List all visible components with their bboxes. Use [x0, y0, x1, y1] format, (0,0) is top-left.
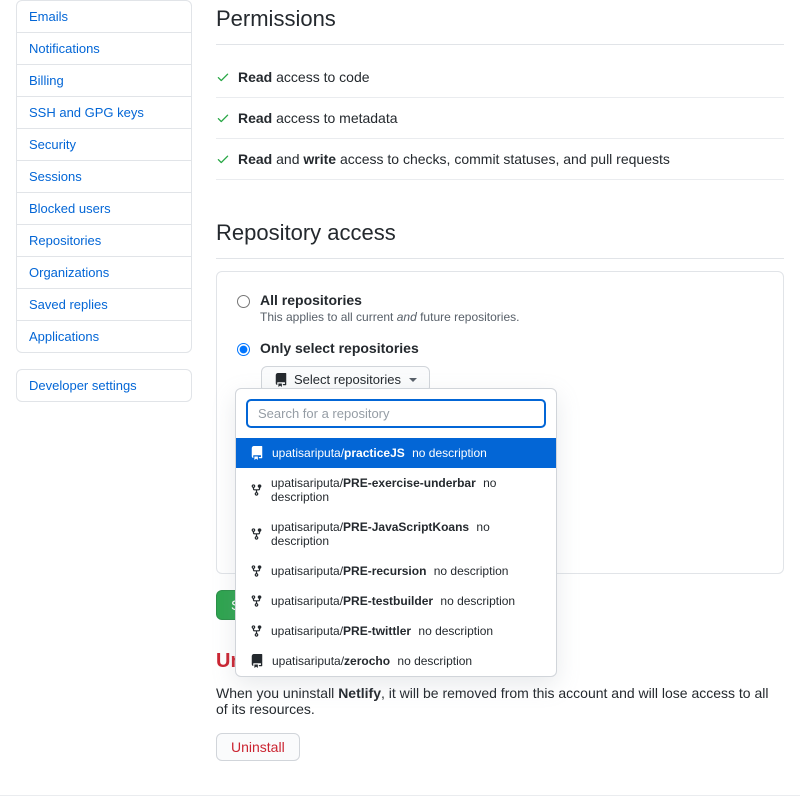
sidebar-item-applications[interactable]: Applications	[17, 321, 191, 352]
repository-access-panel: All repositories This applies to all cur…	[216, 271, 784, 574]
fork-icon	[250, 527, 263, 541]
sidebar-item-emails[interactable]: Emails	[17, 1, 191, 32]
repo-option[interactable]: upatisariputa/PRE-twittler no descriptio…	[236, 616, 556, 646]
repo-option[interactable]: upatisariputa/zerocho no description	[236, 646, 556, 676]
radio-only-select-repositories[interactable]: Only select repositories	[237, 340, 763, 356]
uninstall-button[interactable]: Uninstall	[216, 733, 300, 761]
check-icon	[216, 152, 230, 166]
radio-all-repositories[interactable]: All repositories This applies to all cur…	[237, 292, 763, 324]
repo-option[interactable]: upatisariputa/PRE-recursion no descripti…	[236, 556, 556, 586]
all-repositories-radio[interactable]	[237, 295, 250, 308]
sidebar-item-billing[interactable]: Billing	[17, 65, 191, 96]
repo-icon	[250, 446, 264, 460]
repository-search-input[interactable]	[246, 399, 546, 428]
repository-dropdown: upatisariputa/practiceJS no descriptionu…	[235, 388, 557, 677]
sidebar-item-notifications[interactable]: Notifications	[17, 33, 191, 64]
sidebar-item-organizations[interactable]: Organizations	[17, 257, 191, 288]
repo-option[interactable]: upatisariputa/PRE-exercise-underbar no d…	[236, 468, 556, 512]
settings-nav: Emails Notifications Billing SSH and GPG…	[16, 0, 192, 353]
check-icon	[216, 111, 230, 125]
sidebar-item-saved-replies[interactable]: Saved replies	[17, 289, 191, 320]
permission-row: Read access to code	[216, 57, 784, 98]
sidebar-item-security[interactable]: Security	[17, 129, 191, 160]
fork-icon	[250, 594, 263, 608]
only-select-radio[interactable]	[237, 343, 250, 356]
permission-row: Read access to metadata	[216, 98, 784, 139]
repo-option[interactable]: upatisariputa/PRE-JavaScriptKoans no des…	[236, 512, 556, 556]
sidebar-item-ssh-gpg-keys[interactable]: SSH and GPG keys	[17, 97, 191, 128]
sidebar-item-blocked-users[interactable]: Blocked users	[17, 193, 191, 224]
repo-icon	[274, 373, 288, 387]
repo-icon	[250, 654, 264, 668]
uninstall-description: When you uninstall Netlify, it will be r…	[216, 685, 784, 717]
sidebar-item-sessions[interactable]: Sessions	[17, 161, 191, 192]
permissions-heading: Permissions	[216, 6, 784, 40]
sidebar-item-repositories[interactable]: Repositories	[17, 225, 191, 256]
sidebar-item-developer-settings[interactable]: Developer settings	[17, 370, 191, 401]
check-icon	[216, 70, 230, 84]
permission-row: Read and write access to checks, commit …	[216, 139, 784, 180]
fork-icon	[250, 624, 263, 638]
fork-icon	[250, 564, 263, 578]
settings-nav-secondary: Developer settings	[16, 369, 192, 402]
chevron-down-icon	[409, 378, 417, 382]
fork-icon	[250, 483, 263, 497]
repository-access-heading: Repository access	[216, 220, 784, 254]
repo-option[interactable]: upatisariputa/practiceJS no description	[236, 438, 556, 468]
repo-option[interactable]: upatisariputa/PRE-testbuilder no descrip…	[236, 586, 556, 616]
